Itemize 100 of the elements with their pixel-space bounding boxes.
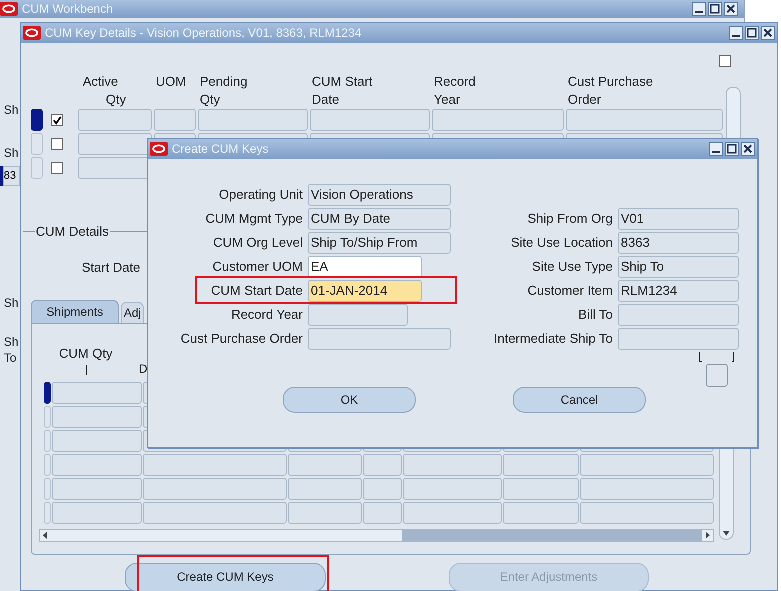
- text-field[interactable]: [308, 328, 451, 350]
- text-field[interactable]: [403, 502, 502, 524]
- field-label: Bill To: [578, 306, 613, 324]
- checkbox[interactable]: [51, 138, 63, 150]
- text-field[interactable]: [580, 502, 714, 524]
- close-icon[interactable]: [724, 2, 738, 16]
- column-header: Year: [433, 91, 462, 109]
- record-indicator[interactable]: [31, 109, 43, 131]
- text-field[interactable]: Ship To/Ship From: [308, 232, 451, 254]
- field-label: Sh: [4, 146, 19, 160]
- text-field[interactable]: 01-JAN-2014: [308, 280, 422, 302]
- field-label: To: [4, 351, 17, 365]
- text-field[interactable]: [308, 304, 408, 326]
- field-label: Cust Purchase Order: [180, 330, 303, 348]
- text-field[interactable]: [403, 454, 502, 476]
- minimize-icon[interactable]: [729, 26, 743, 40]
- column-header: Qty: [199, 91, 222, 109]
- tab[interactable]: Adj: [121, 302, 144, 322]
- text-field[interactable]: [143, 502, 287, 524]
- column-header: CUM Qty: [59, 344, 113, 363]
- text-field[interactable]: [52, 454, 142, 476]
- field-label: Record Year: [230, 306, 303, 324]
- text-field[interactable]: Ship To: [618, 256, 739, 278]
- check-icon: [52, 116, 62, 124]
- minimize-icon[interactable]: [692, 2, 706, 16]
- window-title: CUM Key Details - Vision Operations, V01, 8363, RLM1234: [45, 25, 362, 42]
- text-field[interactable]: Vision Operations: [308, 184, 451, 206]
- text-field[interactable]: [154, 109, 196, 131]
- checkbox[interactable]: [719, 55, 731, 67]
- create-button[interactable]: Create CUM Keys: [125, 562, 326, 591]
- column-header: Order: [567, 91, 602, 109]
- window-title: Create CUM Keys: [172, 141, 269, 158]
- field-label: Customer Item: [526, 282, 613, 300]
- text-field[interactable]: [52, 430, 142, 452]
- text-field[interactable]: [503, 502, 579, 524]
- text-field[interactable]: [78, 133, 152, 155]
- text-field[interactable]: [618, 304, 739, 326]
- text-field[interactable]: [432, 109, 564, 131]
- empty-box[interactable]: [706, 364, 728, 387]
- field-label: Site Use Type: [531, 258, 613, 276]
- maximize-icon[interactable]: [708, 2, 722, 16]
- text-field[interactable]: [52, 478, 142, 500]
- text-field[interactable]: [363, 454, 402, 476]
- column-header: CUM Start: [311, 73, 374, 91]
- field-label: Sh: [4, 296, 19, 310]
- field-label: Ship From Org: [526, 210, 613, 228]
- text-field[interactable]: [143, 454, 287, 476]
- text-field[interactable]: [288, 454, 362, 476]
- checkbox[interactable]: [51, 162, 63, 174]
- text-field[interactable]: RLM1234: [618, 280, 739, 302]
- text-field[interactable]: V01: [618, 208, 739, 230]
- text-field[interactable]: [363, 478, 402, 500]
- close-icon[interactable]: [761, 26, 775, 40]
- text-field[interactable]: [288, 478, 362, 500]
- scrollbar-thumb[interactable]: [402, 530, 702, 540]
- field-label: Intermediate Ship To: [493, 330, 613, 348]
- text-field[interactable]: [52, 406, 142, 428]
- text-field[interactable]: 83: [3, 166, 20, 186]
- text-field[interactable]: [403, 478, 502, 500]
- text-field[interactable]: [143, 478, 287, 500]
- minimize-icon[interactable]: [709, 142, 723, 156]
- maximize-icon[interactable]: [725, 142, 739, 156]
- logo-icon: [0, 2, 18, 16]
- text-field[interactable]: [580, 478, 714, 500]
- field-label: Operating Unit: [218, 186, 303, 204]
- text-field[interactable]: [580, 454, 714, 476]
- text-field[interactable]: EA: [308, 256, 422, 278]
- logo-icon: [23, 26, 41, 40]
- text-field[interactable]: [198, 109, 308, 131]
- field-label: CUM Start Date: [210, 282, 303, 300]
- field-label: Customer UOM: [212, 258, 303, 276]
- text-field[interactable]: [288, 502, 362, 524]
- close-icon[interactable]: [741, 142, 755, 156]
- field-label: Site Use Location: [510, 234, 613, 252]
- tab[interactable]: Shipments: [31, 300, 119, 322]
- maximize-icon[interactable]: [745, 26, 759, 40]
- text-field[interactable]: [310, 109, 430, 131]
- field-label: CUM Org Level: [212, 234, 303, 252]
- field-label: Start Date: [82, 260, 141, 274]
- column-header: Qty: [105, 91, 128, 109]
- text-field[interactable]: CUM By Date: [308, 208, 451, 230]
- column-header: UOM: [155, 73, 188, 91]
- text-field[interactable]: [78, 109, 152, 131]
- horizontal-scrollbar[interactable]: [39, 528, 714, 542]
- text-field[interactable]: [566, 109, 723, 131]
- record-indicator[interactable]: [44, 382, 51, 404]
- column-header: D: [139, 360, 148, 378]
- text-field[interactable]: [52, 382, 142, 404]
- window-title: CUM Workbench: [22, 1, 114, 18]
- down-arrow-icon[interactable]: [722, 530, 731, 536]
- checkbox[interactable]: [51, 114, 63, 126]
- text-field[interactable]: [52, 502, 142, 524]
- text-field[interactable]: 8363: [618, 232, 739, 254]
- cancel-button[interactable]: Cancel: [513, 387, 646, 413]
- text-field[interactable]: [503, 454, 579, 476]
- text-field[interactable]: [363, 502, 402, 524]
- text-field[interactable]: [618, 328, 739, 350]
- ok-button[interactable]: OK: [283, 387, 416, 413]
- field-label: Sh: [4, 103, 19, 117]
- text-field[interactable]: [503, 478, 579, 500]
